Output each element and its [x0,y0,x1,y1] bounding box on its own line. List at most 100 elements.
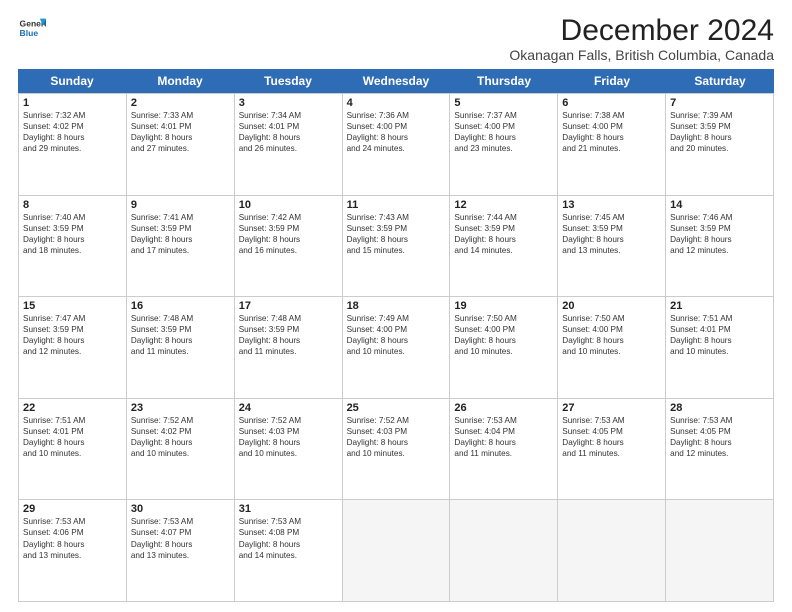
daylight-line2: and 26 minutes. [239,143,338,154]
sunrise-line: Sunrise: 7:48 AM [239,313,338,324]
day-number: 16 [131,300,230,312]
daylight-line1: Daylight: 8 hours [454,234,553,245]
daylight-line1: Daylight: 8 hours [670,234,769,245]
day-number: 9 [131,199,230,211]
day-number: 19 [454,300,553,312]
logo-icon: General Blue [18,14,46,42]
sunrise-line: Sunrise: 7:51 AM [23,415,122,426]
daylight-line2: and 18 minutes. [23,245,122,256]
cal-cell: 20Sunrise: 7:50 AMSunset: 4:00 PMDayligh… [558,297,666,398]
daylight-line1: Daylight: 8 hours [131,437,230,448]
sunset-line: Sunset: 3:59 PM [670,223,769,234]
daylight-line2: and 27 minutes. [131,143,230,154]
daylight-line1: Daylight: 8 hours [454,132,553,143]
header: General Blue December 2024 Okanagan Fall… [18,14,774,63]
cal-cell [666,500,774,601]
daylight-line1: Daylight: 8 hours [347,132,446,143]
cal-cell: 24Sunrise: 7:52 AMSunset: 4:03 PMDayligh… [235,399,343,500]
svg-text:Blue: Blue [20,28,39,38]
sunset-line: Sunset: 4:00 PM [347,121,446,132]
day-number: 26 [454,402,553,414]
day-number: 11 [347,199,446,211]
day-number: 8 [23,199,122,211]
day-of-week-thursday: Thursday [450,69,558,93]
cal-cell: 25Sunrise: 7:52 AMSunset: 4:03 PMDayligh… [343,399,451,500]
daylight-line2: and 17 minutes. [131,245,230,256]
day-number: 14 [670,199,769,211]
week-row-2: 8Sunrise: 7:40 AMSunset: 3:59 PMDaylight… [19,195,774,297]
day-number: 23 [131,402,230,414]
daylight-line2: and 10 minutes. [131,448,230,459]
daylight-line2: and 21 minutes. [562,143,661,154]
day-number: 12 [454,199,553,211]
daylight-line2: and 13 minutes. [562,245,661,256]
sunset-line: Sunset: 4:00 PM [454,324,553,335]
sunset-line: Sunset: 4:01 PM [23,426,122,437]
daylight-line2: and 12 minutes. [23,346,122,357]
daylight-line2: and 14 minutes. [239,550,338,561]
daylight-line1: Daylight: 8 hours [670,132,769,143]
sunrise-line: Sunrise: 7:37 AM [454,110,553,121]
daylight-line1: Daylight: 8 hours [23,234,122,245]
daylight-line2: and 12 minutes. [670,245,769,256]
sunrise-line: Sunrise: 7:39 AM [670,110,769,121]
title-block: December 2024 Okanagan Falls, British Co… [509,14,774,63]
cal-cell: 29Sunrise: 7:53 AMSunset: 4:06 PMDayligh… [19,500,127,601]
sunset-line: Sunset: 3:59 PM [239,223,338,234]
sunset-line: Sunset: 4:07 PM [131,527,230,538]
cal-cell [558,500,666,601]
sunset-line: Sunset: 4:00 PM [454,121,553,132]
cal-cell: 31Sunrise: 7:53 AMSunset: 4:08 PMDayligh… [235,500,343,601]
daylight-line1: Daylight: 8 hours [454,335,553,346]
main-title: December 2024 [509,14,774,47]
day-number: 6 [562,97,661,109]
daylight-line1: Daylight: 8 hours [239,132,338,143]
sunrise-line: Sunrise: 7:43 AM [347,212,446,223]
day-number: 2 [131,97,230,109]
sunrise-line: Sunrise: 7:53 AM [454,415,553,426]
sunrise-line: Sunrise: 7:53 AM [131,516,230,527]
day-number: 31 [239,503,338,515]
day-of-week-monday: Monday [126,69,234,93]
sunrise-line: Sunrise: 7:52 AM [131,415,230,426]
day-number: 17 [239,300,338,312]
daylight-line1: Daylight: 8 hours [23,132,122,143]
sunrise-line: Sunrise: 7:52 AM [239,415,338,426]
sunrise-line: Sunrise: 7:53 AM [670,415,769,426]
cal-cell: 9Sunrise: 7:41 AMSunset: 3:59 PMDaylight… [127,196,235,297]
day-number: 3 [239,97,338,109]
sunset-line: Sunset: 3:59 PM [347,223,446,234]
week-row-3: 15Sunrise: 7:47 AMSunset: 3:59 PMDayligh… [19,296,774,398]
sunset-line: Sunset: 4:01 PM [670,324,769,335]
sunset-line: Sunset: 4:01 PM [131,121,230,132]
sunset-line: Sunset: 4:03 PM [239,426,338,437]
day-number: 15 [23,300,122,312]
cal-cell [450,500,558,601]
daylight-line1: Daylight: 8 hours [23,335,122,346]
daylight-line1: Daylight: 8 hours [239,437,338,448]
day-number: 28 [670,402,769,414]
sunrise-line: Sunrise: 7:50 AM [454,313,553,324]
daylight-line1: Daylight: 8 hours [347,335,446,346]
sunset-line: Sunset: 3:59 PM [131,324,230,335]
sunrise-line: Sunrise: 7:38 AM [562,110,661,121]
daylight-line2: and 10 minutes. [347,346,446,357]
sunrise-line: Sunrise: 7:45 AM [562,212,661,223]
sunset-line: Sunset: 4:03 PM [347,426,446,437]
sunrise-line: Sunrise: 7:51 AM [670,313,769,324]
cal-cell: 2Sunrise: 7:33 AMSunset: 4:01 PMDaylight… [127,94,235,195]
day-number: 5 [454,97,553,109]
daylight-line2: and 10 minutes. [670,346,769,357]
cal-cell: 27Sunrise: 7:53 AMSunset: 4:05 PMDayligh… [558,399,666,500]
daylight-line2: and 11 minutes. [239,346,338,357]
daylight-line2: and 12 minutes. [670,448,769,459]
cal-cell: 7Sunrise: 7:39 AMSunset: 3:59 PMDaylight… [666,94,774,195]
sunrise-line: Sunrise: 7:44 AM [454,212,553,223]
daylight-line2: and 10 minutes. [239,448,338,459]
daylight-line2: and 20 minutes. [670,143,769,154]
sunrise-line: Sunrise: 7:46 AM [670,212,769,223]
day-number: 20 [562,300,661,312]
day-of-week-wednesday: Wednesday [342,69,450,93]
daylight-line1: Daylight: 8 hours [670,437,769,448]
cal-cell [343,500,451,601]
